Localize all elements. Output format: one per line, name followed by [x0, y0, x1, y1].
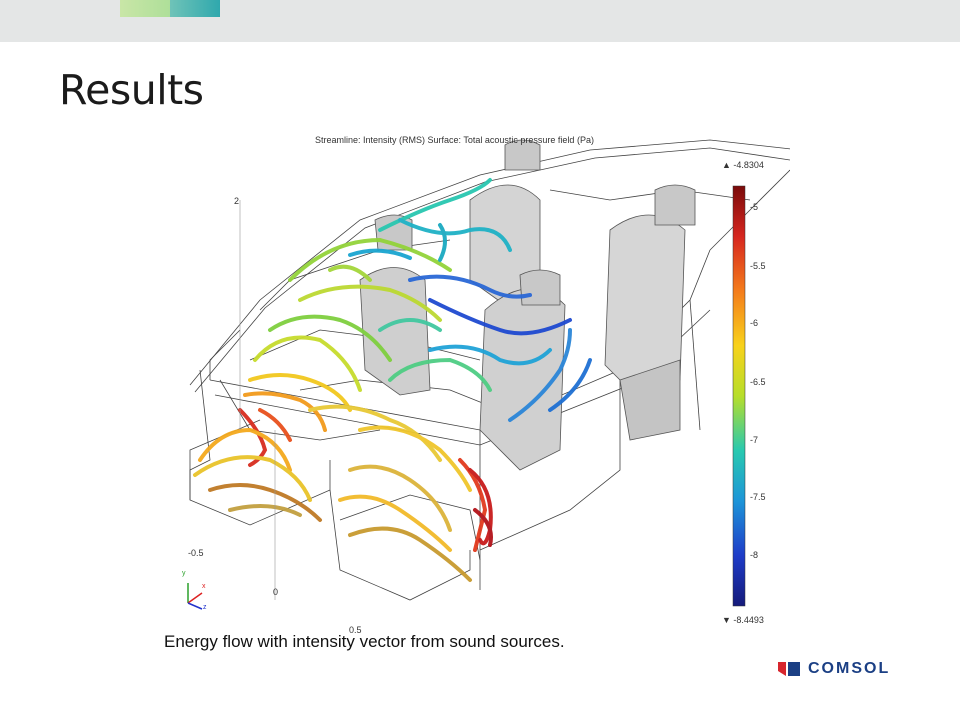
colorbar-max-label: ▲ -4.8304 — [722, 160, 764, 170]
x-axis-tick-left: -0.5 — [188, 548, 204, 558]
axis-triad — [187, 583, 203, 610]
colorbar — [732, 185, 746, 607]
banner-tile-teal — [170, 0, 220, 17]
triad-label-x: x — [202, 583, 206, 590]
colorbar-min-label: ▼ -8.4493 — [722, 615, 764, 625]
triad-label-z: z — [203, 604, 207, 611]
colorbar-tick-4: -6.5 — [750, 377, 766, 387]
colorbar-tick-5: -7 — [750, 435, 759, 445]
header-band — [0, 0, 960, 42]
comsol-logo-text: COMSOL — [808, 660, 891, 677]
seats — [359, 139, 696, 471]
banner-tile-green — [120, 0, 170, 17]
triad-label-y: y — [182, 570, 186, 577]
plot-title: Streamline: Intensity (RMS) Surface: Tot… — [315, 135, 594, 145]
colorbar-tick-1: -5 — [750, 202, 759, 212]
colorbar-tick-6: -7.5 — [750, 492, 766, 502]
figure-caption: Energy flow with intensity vector from s… — [164, 632, 565, 651]
comsol-logo: COMSOL — [778, 658, 900, 680]
x-axis-tick-zero: 0 — [273, 587, 279, 597]
slide-title: Results — [59, 66, 204, 114]
triad-z-axis — [187, 602, 203, 610]
colorbar-tick-2: -5.5 — [750, 261, 766, 271]
z-axis-tick-top: 2 — [234, 196, 240, 206]
colorbar-tick-7: -8 — [750, 550, 759, 560]
comsol-logo-icon — [778, 662, 800, 676]
headrest-3 — [519, 269, 561, 306]
headrest-4 — [654, 184, 696, 226]
colorbar-tick-3: -6 — [750, 318, 759, 328]
streamline-plot — [187, 139, 790, 610]
triad-x-axis — [187, 592, 203, 604]
axis-lines — [239, 200, 276, 600]
